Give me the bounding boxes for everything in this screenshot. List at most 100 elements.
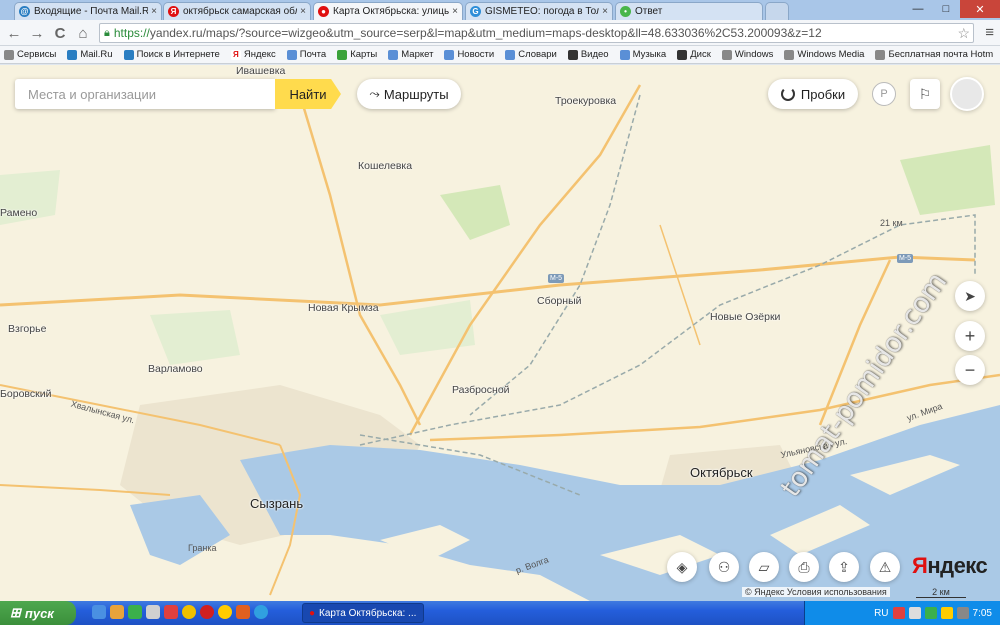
- place-novaya-krymza[interactable]: Новая Крымза: [308, 302, 379, 314]
- map-scale: 2 км: [916, 587, 966, 598]
- yandex-browser-icon[interactable]: [218, 605, 232, 619]
- place-borovsky[interactable]: Боровский: [0, 388, 51, 400]
- quicklaunch-icon[interactable]: [236, 605, 250, 619]
- find-button[interactable]: Найти: [275, 79, 341, 109]
- bookmarks-map-button[interactable]: ⚐: [910, 79, 940, 109]
- maximize-button[interactable]: □: [932, 0, 960, 18]
- print-button[interactable]: ⎙: [789, 552, 819, 582]
- folder-icon: [784, 49, 795, 60]
- layers-button[interactable]: ◈: [667, 552, 697, 582]
- tray-icon[interactable]: [908, 607, 921, 619]
- taskbar-item-browser[interactable]: ● Карта Октябрьска: ...: [302, 603, 424, 623]
- opera-icon[interactable]: [200, 605, 214, 619]
- map-canvas[interactable]: Ивашевка Троекуровка Кошелевка Рамено Сб…: [0, 65, 1000, 601]
- place-razbrosnoy[interactable]: Разбросной: [452, 384, 510, 396]
- bookmark-star-icon[interactable]: ☆: [957, 25, 970, 42]
- close-window-button[interactable]: ✕: [960, 0, 1000, 18]
- bookmark-dictionaries[interactable]: Словари: [505, 49, 557, 60]
- url-text: yandex.ru/maps/?source=wizgeo&utm_source…: [149, 26, 822, 40]
- bookmark-internet-search[interactable]: Поиск в Интернете: [123, 49, 220, 60]
- tab-strip: @ Входящие - Почта Mail.Ru × Я октябрьск…: [0, 0, 1000, 20]
- tab-answer[interactable]: • Ответ: [615, 2, 763, 20]
- locate-me-button[interactable]: ➤: [955, 281, 985, 311]
- routes-button[interactable]: ⤳ Маршруты: [357, 79, 461, 109]
- yandex-icon: Я: [230, 49, 241, 60]
- highway-shield: М-5: [897, 254, 914, 263]
- bookmark-video[interactable]: Видео: [567, 49, 609, 60]
- tab-mailru[interactable]: @ Входящие - Почта Mail.Ru ×: [14, 2, 162, 20]
- reload-button[interactable]: C: [51, 24, 69, 42]
- search-input[interactable]: Места и организации: [15, 79, 275, 109]
- tray-icon[interactable]: [924, 607, 937, 619]
- quicklaunch-icon[interactable]: [128, 605, 142, 619]
- answer-icon: •: [620, 6, 631, 17]
- tab-close-icon[interactable]: ×: [300, 6, 306, 17]
- copyright-text[interactable]: © Яндекс Условия использования: [742, 587, 890, 597]
- place-ivashevka[interactable]: Ивашевка: [236, 65, 285, 77]
- chrome-icon[interactable]: [182, 605, 196, 619]
- panorama-button[interactable]: ⚇: [709, 552, 739, 582]
- tab-gismeteo[interactable]: G GISMETEO: погода в Толья ×: [465, 2, 613, 20]
- bookmark-yandex[interactable]: Я Яндекс: [230, 49, 276, 60]
- share-button[interactable]: ⇪: [829, 552, 859, 582]
- bookmark-icon: ⚐: [918, 85, 932, 102]
- start-button[interactable]: ⊞ пуск: [0, 601, 76, 625]
- avatar[interactable]: [950, 77, 984, 111]
- place-novye-ozerki[interactable]: Новые Озёрки: [710, 311, 780, 323]
- bookmark-news[interactable]: Новости: [444, 49, 494, 60]
- clock[interactable]: 7:05: [973, 608, 992, 619]
- place-vzgorye[interactable]: Взгорье: [8, 323, 46, 335]
- quicklaunch-icon[interactable]: [164, 605, 178, 619]
- language-indicator[interactable]: RU: [874, 608, 888, 619]
- parking-button[interactable]: P: [872, 82, 896, 106]
- minimize-button[interactable]: —: [904, 0, 932, 18]
- report-error-button[interactable]: ⚠: [870, 552, 900, 582]
- bookmark-services[interactable]: Сервисы: [4, 49, 56, 60]
- tray-icon[interactable]: [892, 607, 905, 619]
- place-sborny[interactable]: Сборный: [537, 295, 582, 307]
- tab-close-icon[interactable]: ×: [151, 6, 157, 17]
- place-oktyabrsk[interactable]: Октябрьск: [690, 465, 753, 480]
- zoom-in-button[interactable]: +: [955, 321, 985, 351]
- place-koshelevka[interactable]: Кошелевка: [358, 160, 412, 172]
- quicklaunch-icon[interactable]: [92, 605, 106, 619]
- bookmark-windows[interactable]: Windows: [721, 49, 773, 60]
- new-tab-button[interactable]: [765, 2, 789, 20]
- ruler-button[interactable]: ▱: [749, 552, 779, 582]
- place-varlamovo[interactable]: Варламово: [148, 363, 203, 375]
- tab-yandex-maps[interactable]: ● Карта Октябрьска: улицы, ×: [313, 2, 463, 20]
- home-button[interactable]: ⌂: [74, 24, 92, 42]
- bookmark-windows-media[interactable]: Windows Media: [784, 49, 864, 60]
- place-troekurovka[interactable]: Троекуровка: [555, 95, 616, 107]
- tab-yandex-search[interactable]: Я октябрьск самарская обла ×: [163, 2, 311, 20]
- quicklaunch-icon[interactable]: [146, 605, 160, 619]
- bookmark-hotmail[interactable]: Бесплатная почта Hotm: [875, 49, 993, 60]
- place-syzran[interactable]: Сызрань: [250, 496, 303, 511]
- tab-close-icon[interactable]: ×: [452, 6, 458, 17]
- browser-menu-icon[interactable]: ≡: [985, 24, 994, 41]
- market-icon: [388, 49, 399, 60]
- highway-shield: М-5: [548, 274, 565, 283]
- bookmark-disk[interactable]: Диск: [677, 49, 711, 60]
- quicklaunch-icon[interactable]: [254, 605, 268, 619]
- bookmark-market[interactable]: Маркет: [388, 49, 433, 60]
- volume-icon[interactable]: [956, 607, 969, 619]
- back-button[interactable]: ←: [5, 24, 23, 42]
- bookmark-mailru[interactable]: Mail.Ru: [67, 49, 113, 60]
- forward-button[interactable]: →: [28, 24, 46, 42]
- quicklaunch-icon[interactable]: [110, 605, 124, 619]
- traffic-button[interactable]: Пробки: [768, 79, 858, 109]
- tab-close-icon[interactable]: ×: [602, 6, 608, 17]
- tray-icon[interactable]: [940, 607, 953, 619]
- yandex-icon: Я: [168, 6, 179, 17]
- address-bar[interactable]: 🔒︎ https:// yandex.ru/maps/?source=wizge…: [99, 23, 974, 43]
- routes-label: Маршруты: [383, 86, 449, 102]
- bookmark-maps[interactable]: Карты: [337, 49, 377, 60]
- mail-icon: [286, 49, 297, 60]
- zoom-out-button[interactable]: −: [955, 355, 985, 385]
- tab-title: Ответ: [635, 6, 663, 17]
- warning-icon: ⚠: [878, 558, 892, 575]
- bookmark-music[interactable]: Музыка: [619, 49, 666, 60]
- place-rameno[interactable]: Рамено: [0, 207, 37, 219]
- bookmark-mail[interactable]: Почта: [286, 49, 326, 60]
